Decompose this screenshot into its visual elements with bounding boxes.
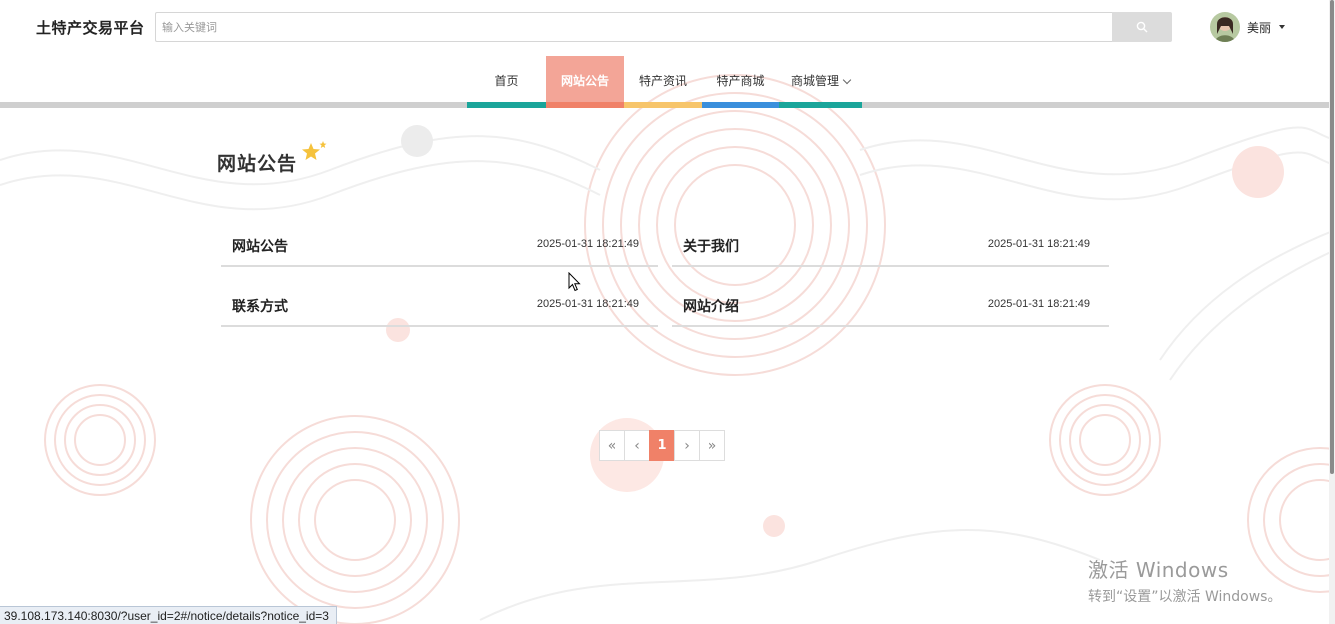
scrollbar-thumb[interactable]	[1330, 0, 1334, 474]
nav-item-label-wrap: 商城管理	[779, 72, 862, 89]
notice-title[interactable]: 关于我们	[683, 236, 739, 256]
watermark-title: 激活 Windows	[1088, 558, 1229, 582]
pagination: « ‹ 1 › »	[599, 430, 725, 461]
status-url: 39.108.173.140:8030/?user_id=2#/notice/d…	[0, 606, 337, 624]
nav-item-label: 首页	[494, 74, 519, 88]
nav-item-mall[interactable]: 特产商城	[702, 56, 779, 108]
notice-title[interactable]: 网站公告	[232, 236, 288, 256]
nav-color-bar	[546, 102, 624, 108]
avatar[interactable]	[1210, 12, 1240, 42]
last-page-button[interactable]: »	[699, 430, 725, 461]
chevron-down-icon	[842, 75, 852, 85]
prev-page-button[interactable]: ‹	[624, 430, 650, 461]
windows-activation-watermark: 激活 Windows 转到“设置”以激活 Windows。	[1088, 554, 1281, 606]
user-menu[interactable]: 美丽	[1210, 12, 1286, 42]
search-icon	[1136, 21, 1148, 33]
scrollbar[interactable]	[1329, 0, 1335, 624]
top-header: 土特产交易平台 美丽	[0, 0, 1335, 56]
notice-date: 2025-01-31 18:21:49	[536, 238, 639, 250]
first-page-button[interactable]: «	[599, 430, 625, 461]
watermark-subtitle: 转到“设置”以激活 Windows。	[1088, 589, 1282, 605]
list-item[interactable]: 联系方式 2025-01-31 18:21:49	[221, 282, 658, 327]
nav-item-mall-manage[interactable]: 商城管理	[779, 56, 862, 108]
notice-date: 2025-01-31 18:21:49	[987, 238, 1090, 250]
caret-down-icon[interactable]	[1279, 25, 1286, 29]
main-nav: 首页 网站公告 特产资讯 特产商城 商城管理	[0, 56, 1335, 108]
search-input[interactable]	[155, 12, 1113, 42]
list-item[interactable]: 网站介绍 2025-01-31 18:21:49	[672, 282, 1109, 327]
nav-item-label: 网站公告	[560, 74, 609, 88]
nav-color-bar	[702, 102, 779, 108]
nav-color-bar	[467, 102, 546, 108]
list-item[interactable]: 网站公告 2025-01-31 18:21:49	[221, 222, 658, 267]
nav-color-bar	[779, 102, 862, 108]
user-name[interactable]: 美丽	[1247, 19, 1271, 36]
search-bar	[155, 12, 1172, 42]
nav-item-label: 特产商城	[716, 74, 765, 88]
page-title: 网站公告	[217, 153, 298, 175]
site-logo-title[interactable]: 土特产交易平台	[36, 17, 145, 38]
next-page-button[interactable]: ›	[674, 430, 700, 461]
nav-item-news[interactable]: 特产资讯	[624, 56, 702, 108]
notice-date: 2025-01-31 18:21:49	[536, 298, 639, 310]
nav-item-notice[interactable]: 网站公告	[546, 56, 624, 108]
star-icon	[302, 141, 327, 160]
notice-date: 2025-01-31 18:21:49	[987, 298, 1090, 310]
nav-color-bar	[624, 102, 702, 108]
nav-item-label: 商城管理	[790, 74, 839, 88]
page-button-current[interactable]: 1	[649, 430, 675, 461]
list-item[interactable]: 关于我们 2025-01-31 18:21:49	[672, 222, 1109, 267]
search-button[interactable]	[1112, 12, 1172, 42]
nav-item-label: 特产资讯	[638, 74, 687, 88]
nav-item-home[interactable]: 首页	[467, 56, 546, 108]
notice-title[interactable]: 联系方式	[232, 296, 288, 316]
notice-title[interactable]: 网站介绍	[683, 296, 739, 316]
